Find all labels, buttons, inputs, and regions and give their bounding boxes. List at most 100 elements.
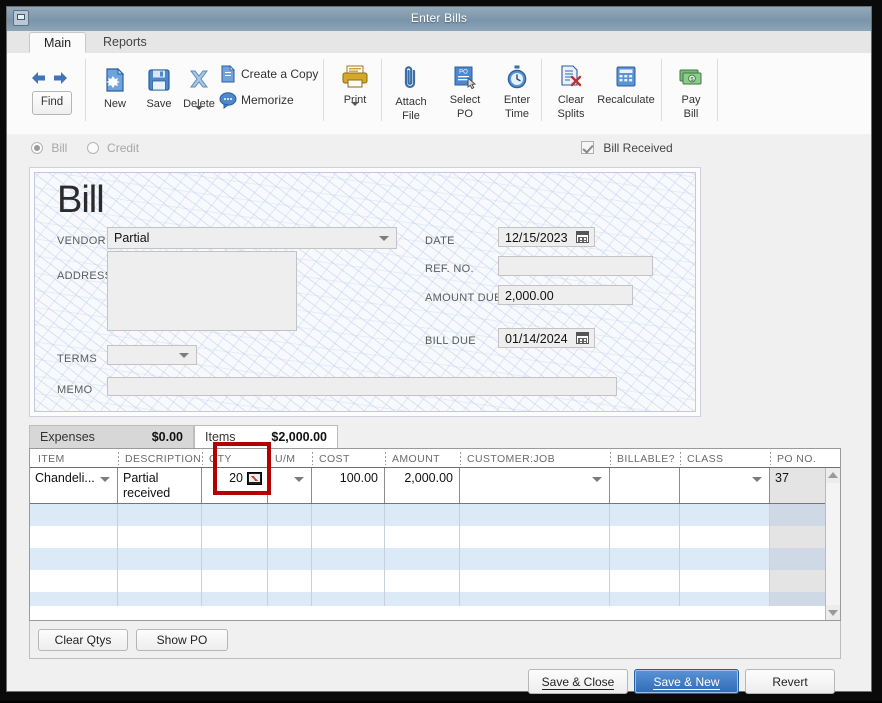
print-button[interactable]: Print [329,65,381,118]
radio-bill[interactable] [31,142,43,154]
revert-button[interactable]: Revert [745,669,835,694]
amount-due-input[interactable]: 2,000.00 [498,285,633,305]
table-row-empty[interactable] [30,548,840,570]
chevron-down-icon[interactable] [379,236,389,241]
bill-received-checkbox[interactable]: Bill Received [581,141,673,155]
table-row-empty[interactable] [30,504,840,526]
chevron-down-icon[interactable] [752,477,762,482]
clear-splits-label-2: Splits [545,108,597,120]
col-header-amount: AMOUNT [392,453,440,465]
enter-time-button[interactable]: Enter Time [491,65,543,120]
select-po-button[interactable]: PO Select PO [439,65,491,120]
amount-due-value: 2,000.00 [505,289,554,303]
col-header-um: U/M [275,453,295,465]
cell-qty[interactable]: 20 [202,468,268,503]
bill-received-label: Bill Received [603,141,672,155]
find-button[interactable]: Find [32,91,72,115]
delete-x-icon [173,67,225,96]
recalculate-button[interactable]: Recalculate [595,65,657,106]
date-input[interactable]: 12/15/2023 [498,227,595,247]
pay-bill-button[interactable]: $ Pay Bill [665,65,717,120]
scroll-up-icon[interactable] [826,468,840,483]
ref-no-label: REF. NO. [425,263,474,275]
attach-file-label-1: Attach [385,96,437,108]
cell-po-no[interactable]: 37 [770,468,826,503]
radio-credit[interactable] [87,142,99,154]
tab-main[interactable]: Main [29,32,86,53]
transaction-type-group: Bill Credit [31,141,155,159]
table-row[interactable]: Chandeli... Partial received 20 100.00 [30,468,840,504]
terms-input[interactable] [107,345,197,365]
cell-um[interactable] [268,468,312,503]
cell-description[interactable]: Partial received [118,468,202,503]
col-header-class: CLASS [687,453,723,465]
previous-arrow-icon[interactable] [31,71,47,85]
chevron-down-icon[interactable] [100,477,110,482]
save-and-close-button[interactable]: Save & Close [528,669,628,694]
show-po-button[interactable]: Show PO [136,629,228,651]
cell-item[interactable]: Chandeli... [30,468,118,503]
cell-customer-job[interactable] [460,468,610,503]
grid-header-row: ITEM DESCRIPTION QTY U/M COST AMOUNT CUS… [30,449,840,468]
tab-expenses[interactable]: Expenses $0.00 [29,425,194,448]
date-label: DATE [425,235,455,247]
cell-cost[interactable]: 100.00 [312,468,385,503]
table-row-empty[interactable] [30,526,840,548]
cell-amount[interactable]: 2,000.00 [385,468,460,503]
stopwatch-icon [491,65,543,92]
chevron-down-icon[interactable] [179,353,189,358]
detail-tabs: Expenses $0.00 Items $2,000.00 [29,425,841,448]
grid-scrollbar[interactable] [825,468,840,620]
create-a-copy-label: Create a Copy [241,67,318,81]
tab-reports[interactable]: Reports [89,32,161,53]
checkbox-box[interactable] [581,141,594,154]
chevron-down-icon[interactable] [592,477,602,482]
calendar-icon[interactable] [576,231,589,243]
ribbon-body: Find New [7,53,871,134]
bill-due-input[interactable]: 01/14/2024 [498,328,595,348]
ribbon-tab-strip: Main Reports [7,31,871,54]
vendor-input[interactable]: Partial [107,227,397,249]
vendor-value: Partial [114,231,149,245]
delete-button[interactable]: Delete [173,67,225,122]
tab-items[interactable]: Items $2,000.00 [194,425,338,448]
ref-no-input[interactable] [498,256,653,276]
enter-bills-window: Enter Bills Main Reports Find [6,6,872,692]
scroll-down-icon[interactable] [826,605,840,620]
address-input[interactable] [107,251,297,331]
calendar-icon[interactable] [576,332,589,344]
money-icon: $ [665,65,717,92]
chevron-down-icon[interactable] [351,102,359,118]
grid-footer: Clear Qtys Show PO [29,621,841,659]
tab-items-label: Items [205,430,236,444]
chevron-down-icon[interactable] [294,477,304,482]
clear-splits-button[interactable]: Clear Splits [545,65,597,120]
radio-credit-label: Credit [107,141,139,155]
cell-class[interactable] [680,468,770,503]
cell-amount-value: 2,000.00 [404,471,453,485]
clear-qtys-button[interactable]: Clear Qtys [38,629,128,651]
attach-file-button[interactable]: Attach File [385,65,437,122]
table-row-empty[interactable] [30,592,840,606]
printer-icon [329,65,381,92]
radio-bill-label: Bill [51,141,67,155]
svg-text:PO: PO [459,70,468,76]
memorize-icon [219,91,237,112]
attach-file-label-2: File [385,110,437,122]
memo-input[interactable] [107,377,617,396]
cell-billable[interactable] [610,468,680,503]
window-title: Enter Bills [7,11,871,25]
save-and-new-button[interactable]: Save & New [634,669,739,694]
next-arrow-icon[interactable] [52,71,68,85]
col-header-billable: BILLABLE? [617,453,675,465]
chevron-down-icon[interactable] [195,106,203,122]
col-header-po-no: PO NO. [777,453,816,465]
dialog-action-bar: Save & Close Save & New Revert [7,659,871,703]
clear-splits-label-1: Clear [545,94,597,106]
tab-expenses-label: Expenses [40,430,95,444]
cell-description-line2: received [123,486,170,500]
calculator-icon [595,65,657,92]
pay-bill-label-1: Pay [665,94,717,106]
table-row-empty[interactable] [30,570,840,592]
vendor-label: VENDOR [57,235,106,247]
